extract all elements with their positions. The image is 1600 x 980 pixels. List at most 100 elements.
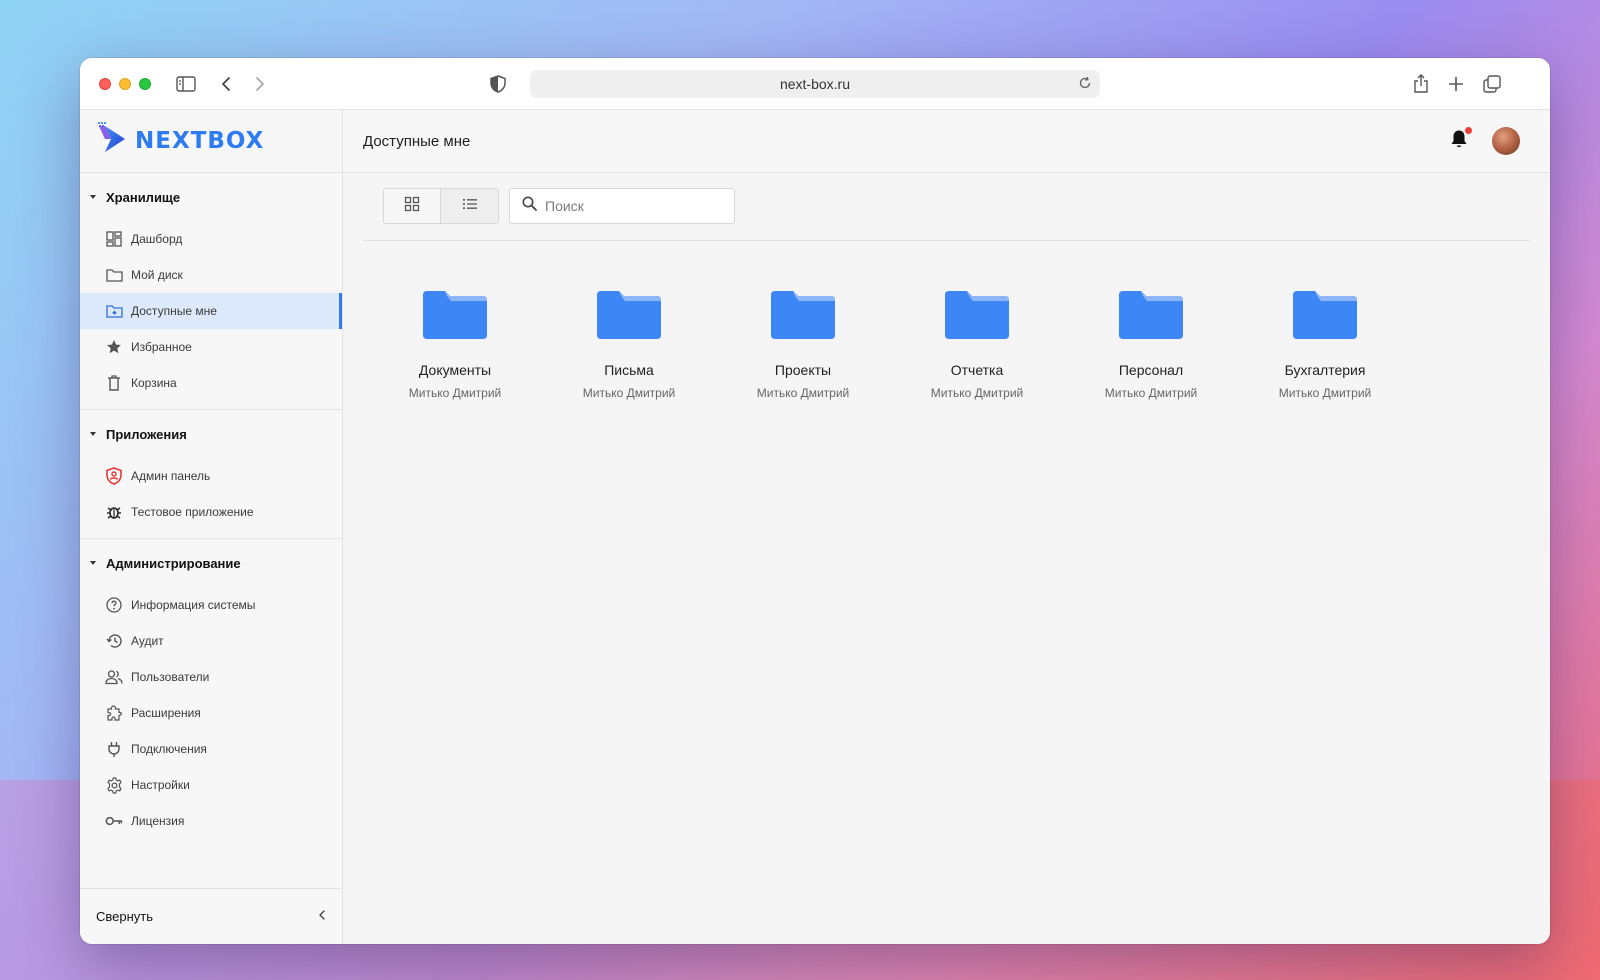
section-title: Хранилище: [106, 189, 181, 205]
privacy-shield-icon[interactable]: [486, 72, 510, 96]
folder-item[interactable]: Документы Митько Дмитрий: [368, 291, 542, 400]
browser-toolbar: next-box.ru: [80, 58, 1550, 110]
folder-item[interactable]: Проекты Митько Дмитрий: [716, 291, 890, 400]
search-input[interactable]: [545, 198, 715, 214]
folder-icon: [945, 291, 1009, 344]
reload-icon[interactable]: [1078, 76, 1092, 93]
sidebar-item-license[interactable]: Лицензия: [80, 803, 342, 839]
chevron-left-icon: [318, 909, 326, 924]
back-icon[interactable]: [214, 72, 238, 96]
sidebar-item-admin-panel[interactable]: Админ панель: [80, 458, 342, 494]
folder-name: Бухгалтерия: [1284, 362, 1366, 378]
puzzle-icon: [105, 704, 123, 722]
folder-owner: Митько Дмитрий: [930, 386, 1024, 400]
admin-shield-icon: [105, 467, 123, 485]
folder-owner: Митько Дмитрий: [1278, 386, 1372, 400]
folder-icon: [597, 291, 661, 344]
sidebar-toggle-icon[interactable]: [174, 72, 198, 96]
list-view-button[interactable]: [441, 189, 498, 223]
search-box: [509, 188, 735, 224]
folder-owner: Митько Дмитрий: [756, 386, 850, 400]
search-icon: [522, 196, 537, 216]
sidebar-item-label: Доступные мне: [131, 304, 217, 318]
sidebar-item-label: Лицензия: [131, 814, 185, 828]
notifications-button[interactable]: [1448, 127, 1472, 152]
section-header-storage[interactable]: Хранилище: [80, 173, 342, 221]
new-tab-icon[interactable]: [1444, 72, 1468, 96]
user-avatar[interactable]: [1492, 127, 1520, 155]
sidebar-item-extensions[interactable]: Расширения: [80, 695, 342, 731]
folder-name: Письма: [604, 362, 654, 378]
sidebar-item-dashboard[interactable]: Дашборд: [80, 221, 342, 257]
window-controls: [99, 77, 151, 90]
sidebar-item-trash[interactable]: Корзина: [80, 365, 342, 401]
share-icon[interactable]: [1409, 72, 1433, 96]
sidebar-item-label: Дашборд: [131, 232, 183, 246]
close-window-button[interactable]: [99, 77, 111, 90]
section-apps: Приложения Админ панель Тестовое приложе…: [80, 410, 342, 539]
list-icon: [462, 197, 478, 215]
grid-icon: [404, 196, 420, 217]
collapse-label: Свернуть: [96, 909, 154, 924]
sidebar-item-system-info[interactable]: Информация системы: [80, 587, 342, 623]
folder-name: Персонал: [1118, 362, 1184, 378]
zoom-window-button[interactable]: [139, 77, 151, 90]
sidebar-item-favorites[interactable]: Избранное: [80, 329, 342, 365]
sidebar-item-label: Аудит: [131, 634, 164, 648]
collapse-sidebar-button[interactable]: Свернуть: [80, 888, 342, 944]
brand[interactable]: NEXTBOX: [80, 110, 342, 173]
folder-item[interactable]: Письма Митько Дмитрий: [542, 291, 716, 400]
sidebar-item-settings[interactable]: Настройки: [80, 767, 342, 803]
section-administration: Администрирование Информация системы Ауд…: [80, 539, 342, 839]
sidebar-item-label: Расширения: [131, 706, 201, 720]
caret-down-icon: [90, 432, 96, 436]
sidebar-item-my-drive[interactable]: Мой диск: [80, 257, 342, 293]
folder-owner: Митько Дмитрий: [582, 386, 676, 400]
sidebar-item-label: Подключения: [131, 742, 207, 756]
history-icon: [105, 632, 123, 650]
brand-name: NEXTBOX: [135, 128, 265, 154]
bug-icon: [105, 503, 123, 521]
sidebar-item-audit[interactable]: Аудит: [80, 623, 342, 659]
page-header: Доступные мне: [343, 110, 1550, 173]
address-bar[interactable]: next-box.ru: [530, 70, 1100, 98]
sidebar-item-label: Избранное: [131, 340, 192, 354]
key-icon: [105, 812, 123, 830]
sidebar-item-users[interactable]: Пользователи: [80, 659, 342, 695]
minimize-window-button[interactable]: [119, 77, 131, 90]
sidebar-item-label: Настройки: [131, 778, 190, 792]
sidebar-item-label: Мой диск: [131, 268, 183, 282]
page-title: Доступные мне: [363, 132, 471, 150]
folder-name: Отчетка: [950, 362, 1004, 378]
section-title: Администрирование: [106, 555, 241, 571]
caret-down-icon: [90, 561, 96, 565]
sidebar-item-test-app[interactable]: Тестовое приложение: [80, 494, 342, 530]
url-text: next-box.ru: [779, 76, 851, 92]
gear-icon: [105, 776, 123, 794]
section-title: Приложения: [106, 426, 187, 442]
sidebar-item-shared-with-me[interactable]: Доступные мне: [80, 293, 342, 329]
folder-icon: [423, 291, 487, 344]
dashboard-icon: [105, 230, 123, 248]
main-content: Доступные мне Поиск Документы Митько Дми…: [343, 110, 1550, 944]
section-header-administration[interactable]: Администрирование: [80, 539, 342, 587]
folder-icon: [1119, 291, 1183, 344]
section-header-apps[interactable]: Приложения: [80, 410, 342, 458]
folder-owner: Митько Дмитрий: [408, 386, 502, 400]
sidebar-item-label: Пользователи: [131, 670, 210, 684]
shared-folder-icon: [105, 302, 123, 320]
folder-item[interactable]: Отчетка Митько Дмитрий: [890, 291, 1064, 400]
folder-name: Документы: [418, 362, 492, 378]
folder-name: Проекты: [774, 362, 832, 378]
forward-icon[interactable]: [248, 72, 272, 96]
folder-grid: Документы Митько Дмитрий Письма Митько Д…: [343, 241, 1550, 400]
sidebar-item-connections[interactable]: Подключения: [80, 731, 342, 767]
grid-view-button[interactable]: [384, 189, 441, 223]
tab-overview-icon[interactable]: [1480, 72, 1504, 96]
sidebar-item-label: Корзина: [131, 376, 177, 390]
star-icon: [105, 338, 123, 356]
folder-icon: [771, 291, 835, 344]
folder-item[interactable]: Персонал Митько Дмитрий: [1064, 291, 1238, 400]
trash-icon: [105, 374, 123, 392]
folder-item[interactable]: Бухгалтерия Митько Дмитрий: [1238, 291, 1412, 400]
